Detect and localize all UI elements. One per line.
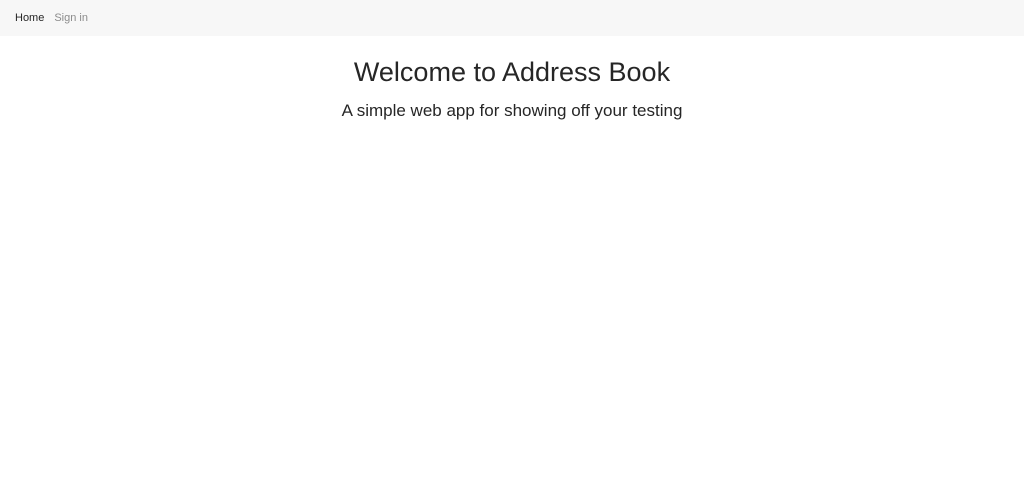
top-navbar: Home Sign in	[0, 0, 1024, 36]
main-content: Welcome to Address Book A simple web app…	[0, 56, 1024, 122]
nav-signin-link[interactable]: Sign in	[54, 0, 88, 36]
page-subtitle: A simple web app for showing off your te…	[341, 101, 683, 120]
nav-home-link[interactable]: Home	[15, 0, 44, 36]
page-title: Welcome to Address Book	[353, 57, 671, 87]
